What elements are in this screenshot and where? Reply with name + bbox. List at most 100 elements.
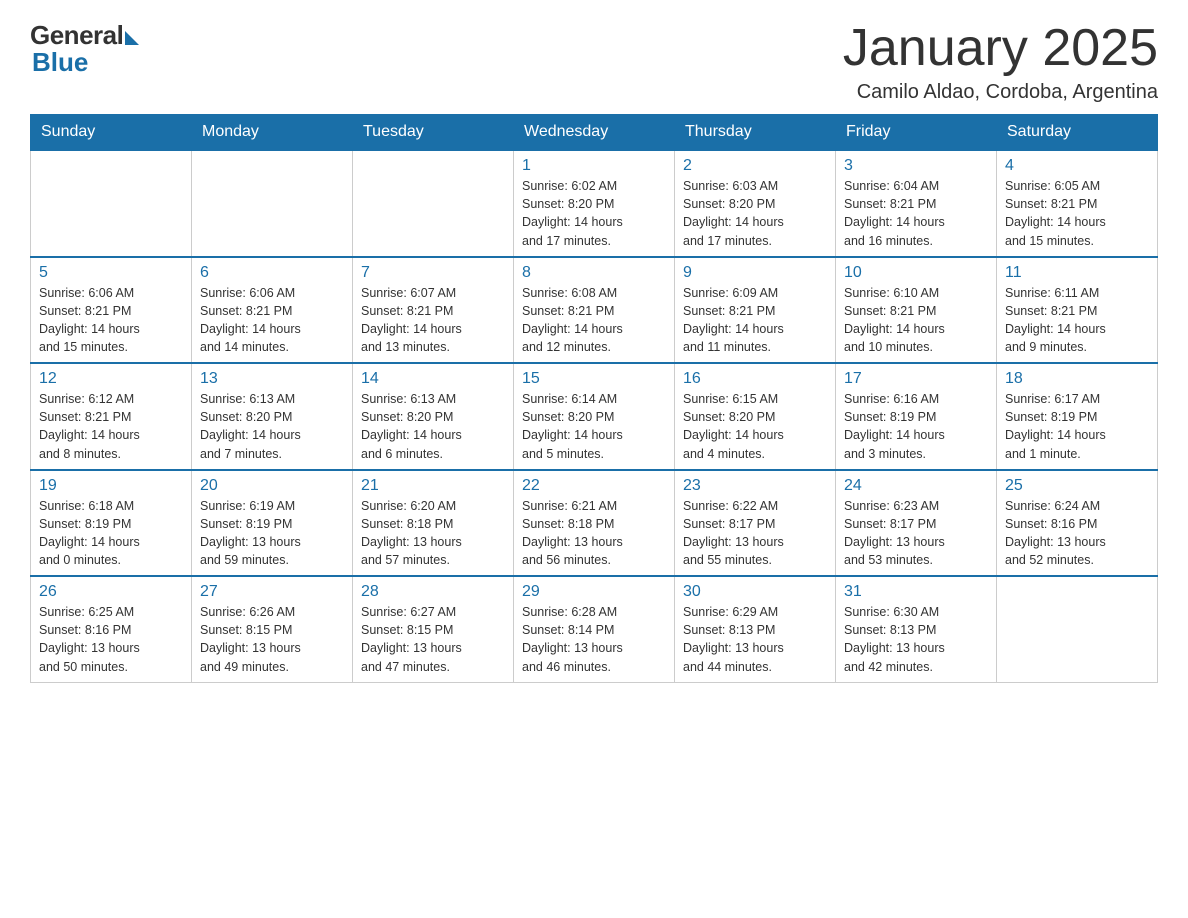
day-number: 30 — [683, 583, 827, 601]
day-info: Sunrise: 6:13 AMSunset: 8:20 PMDaylight:… — [361, 390, 505, 463]
calendar-day-header: Tuesday — [353, 115, 514, 151]
calendar-day-cell: 14 Sunrise: 6:13 AMSunset: 8:20 PMDayligh… — [353, 363, 514, 470]
day-info: Sunrise: 6:16 AMSunset: 8:19 PMDaylight:… — [844, 390, 988, 463]
calendar-day-cell: 8 Sunrise: 6:08 AMSunset: 8:21 PMDaylight… — [514, 257, 675, 364]
day-number: 6 — [200, 264, 344, 282]
day-info: Sunrise: 6:26 AMSunset: 8:15 PMDaylight:… — [200, 603, 344, 676]
day-number: 26 — [39, 583, 183, 601]
day-info: Sunrise: 6:23 AMSunset: 8:17 PMDaylight:… — [844, 497, 988, 570]
calendar-day-cell: 31Sunrise: 6:30 AMSunset: 8:13 PMDayligh… — [836, 576, 997, 682]
calendar-day-cell: 19Sunrise: 6:18 AMSunset: 8:19 PMDayligh… — [31, 470, 192, 577]
calendar-day-cell: 25 Sunrise: 6:24 AMSunset: 8:16 PMDayligh… — [997, 470, 1158, 577]
day-info: Sunrise: 6:06 AMSunset: 8:21 PMDaylight:… — [39, 284, 183, 357]
day-number: 21 — [361, 477, 505, 495]
day-info: Sunrise: 6:27 AMSunset: 8:15 PMDaylight:… — [361, 603, 505, 676]
day-number: 15 — [522, 370, 666, 388]
day-number: 11 — [1005, 264, 1149, 282]
day-number: 7 — [361, 264, 505, 282]
day-number: 29 — [522, 583, 666, 601]
day-number: 14 — [361, 370, 505, 388]
day-number: 28 — [361, 583, 505, 601]
day-info: Sunrise: 6:06 AMSunset: 8:21 PMDaylight:… — [200, 284, 344, 357]
day-info: Sunrise: 6:25 AMSunset: 8:16 PMDaylight:… — [39, 603, 183, 676]
calendar-day-cell: 28 Sunrise: 6:27 AMSunset: 8:15 PMDayligh… — [353, 576, 514, 682]
calendar-day-cell: 17 Sunrise: 6:16 AMSunset: 8:19 PMDayligh… — [836, 363, 997, 470]
calendar-day-cell: 23Sunrise: 6:22 AMSunset: 8:17 PMDayligh… — [675, 470, 836, 577]
day-number: 18 — [1005, 370, 1149, 388]
calendar-week-row: 26 Sunrise: 6:25 AMSunset: 8:16 PMDayligh… — [31, 576, 1158, 682]
day-info: Sunrise: 6:20 AMSunset: 8:18 PMDaylight:… — [361, 497, 505, 570]
day-info: Sunrise: 6:14 AMSunset: 8:20 PMDaylight:… — [522, 390, 666, 463]
calendar-day-cell: 3Sunrise: 6:04 AMSunset: 8:21 PMDaylight… — [836, 150, 997, 257]
day-info: Sunrise: 6:03 AMSunset: 8:20 PMDaylight:… — [683, 177, 827, 250]
day-number: 10 — [844, 264, 988, 282]
day-number: 16 — [683, 370, 827, 388]
calendar-day-cell: 24 Sunrise: 6:23 AMSunset: 8:17 PMDayligh… — [836, 470, 997, 577]
calendar-day-header: Thursday — [675, 115, 836, 151]
calendar-day-header: Saturday — [997, 115, 1158, 151]
day-info: Sunrise: 6:19 AMSunset: 8:19 PMDaylight:… — [200, 497, 344, 570]
day-number: 22 — [522, 477, 666, 495]
calendar-week-row: 1 Sunrise: 6:02 AMSunset: 8:20 PMDaylight… — [31, 150, 1158, 257]
logo-arrow-icon — [125, 31, 139, 45]
calendar-week-row: 5 Sunrise: 6:06 AMSunset: 8:21 PMDaylight… — [31, 257, 1158, 364]
day-info: Sunrise: 6:04 AMSunset: 8:21 PMDaylight:… — [844, 177, 988, 250]
day-info: Sunrise: 6:21 AMSunset: 8:18 PMDaylight:… — [522, 497, 666, 570]
calendar-day-cell: 29 Sunrise: 6:28 AMSunset: 8:14 PMDayligh… — [514, 576, 675, 682]
day-number: 1 — [522, 157, 666, 175]
day-number: 20 — [200, 477, 344, 495]
day-info: Sunrise: 6:28 AMSunset: 8:14 PMDaylight:… — [522, 603, 666, 676]
calendar-day-cell: 12 Sunrise: 6:12 AMSunset: 8:21 PMDayligh… — [31, 363, 192, 470]
logo-blue-text: Blue — [32, 47, 88, 78]
title-block: January 2025 Camilo Aldao, Cordoba, Arge… — [843, 20, 1158, 104]
calendar-day-header: Sunday — [31, 115, 192, 151]
day-number: 8 — [522, 264, 666, 282]
day-info: Sunrise: 6:18 AMSunset: 8:19 PMDaylight:… — [39, 497, 183, 570]
day-number: 17 — [844, 370, 988, 388]
calendar-day-cell: 27 Sunrise: 6:26 AMSunset: 8:15 PMDayligh… — [192, 576, 353, 682]
location-subtitle: Camilo Aldao, Cordoba, Argentina — [843, 81, 1158, 104]
day-number: 24 — [844, 477, 988, 495]
month-title: January 2025 — [843, 20, 1158, 77]
calendar-week-row: 12 Sunrise: 6:12 AMSunset: 8:21 PMDayligh… — [31, 363, 1158, 470]
day-number: 4 — [1005, 157, 1149, 175]
calendar-day-header: Monday — [192, 115, 353, 151]
day-info: Sunrise: 6:08 AMSunset: 8:21 PMDaylight:… — [522, 284, 666, 357]
day-info: Sunrise: 6:07 AMSunset: 8:21 PMDaylight:… — [361, 284, 505, 357]
day-number: 5 — [39, 264, 183, 282]
calendar-day-cell — [997, 576, 1158, 682]
page-header: General Blue January 2025 Camilo Aldao, … — [30, 20, 1158, 104]
calendar-day-cell: 5 Sunrise: 6:06 AMSunset: 8:21 PMDaylight… — [31, 257, 192, 364]
calendar-day-cell: 7 Sunrise: 6:07 AMSunset: 8:21 PMDaylight… — [353, 257, 514, 364]
calendar-header-row: SundayMondayTuesdayWednesdayThursdayFrid… — [31, 115, 1158, 151]
day-number: 12 — [39, 370, 183, 388]
calendar-day-header: Friday — [836, 115, 997, 151]
calendar-table: SundayMondayTuesdayWednesdayThursdayFrid… — [30, 114, 1158, 683]
day-info: Sunrise: 6:30 AMSunset: 8:13 PMDaylight:… — [844, 603, 988, 676]
calendar-day-cell: 2Sunrise: 6:03 AMSunset: 8:20 PMDaylight… — [675, 150, 836, 257]
calendar-day-cell: 30 Sunrise: 6:29 AMSunset: 8:13 PMDayligh… — [675, 576, 836, 682]
calendar-day-cell — [192, 150, 353, 257]
calendar-day-cell: 4Sunrise: 6:05 AMSunset: 8:21 PMDaylight… — [997, 150, 1158, 257]
calendar-day-cell: 26 Sunrise: 6:25 AMSunset: 8:16 PMDayligh… — [31, 576, 192, 682]
day-info: Sunrise: 6:24 AMSunset: 8:16 PMDaylight:… — [1005, 497, 1149, 570]
day-info: Sunrise: 6:09 AMSunset: 8:21 PMDaylight:… — [683, 284, 827, 357]
day-number: 9 — [683, 264, 827, 282]
calendar-day-cell: 16Sunrise: 6:15 AMSunset: 8:20 PMDayligh… — [675, 363, 836, 470]
calendar-day-cell: 11 Sunrise: 6:11 AMSunset: 8:21 PMDayligh… — [997, 257, 1158, 364]
day-info: Sunrise: 6:02 AMSunset: 8:20 PMDaylight:… — [522, 177, 666, 250]
calendar-day-cell: 22 Sunrise: 6:21 AMSunset: 8:18 PMDayligh… — [514, 470, 675, 577]
day-info: Sunrise: 6:22 AMSunset: 8:17 PMDaylight:… — [683, 497, 827, 570]
day-info: Sunrise: 6:12 AMSunset: 8:21 PMDaylight:… — [39, 390, 183, 463]
day-number: 25 — [1005, 477, 1149, 495]
day-number: 13 — [200, 370, 344, 388]
calendar-week-row: 19Sunrise: 6:18 AMSunset: 8:19 PMDayligh… — [31, 470, 1158, 577]
calendar-day-cell: 18 Sunrise: 6:17 AMSunset: 8:19 PMDayligh… — [997, 363, 1158, 470]
day-info: Sunrise: 6:17 AMSunset: 8:19 PMDaylight:… — [1005, 390, 1149, 463]
day-number: 27 — [200, 583, 344, 601]
day-info: Sunrise: 6:10 AMSunset: 8:21 PMDaylight:… — [844, 284, 988, 357]
calendar-day-cell: 13Sunrise: 6:13 AMSunset: 8:20 PMDayligh… — [192, 363, 353, 470]
calendar-day-cell: 6 Sunrise: 6:06 AMSunset: 8:21 PMDaylight… — [192, 257, 353, 364]
day-info: Sunrise: 6:29 AMSunset: 8:13 PMDaylight:… — [683, 603, 827, 676]
day-info: Sunrise: 6:11 AMSunset: 8:21 PMDaylight:… — [1005, 284, 1149, 357]
